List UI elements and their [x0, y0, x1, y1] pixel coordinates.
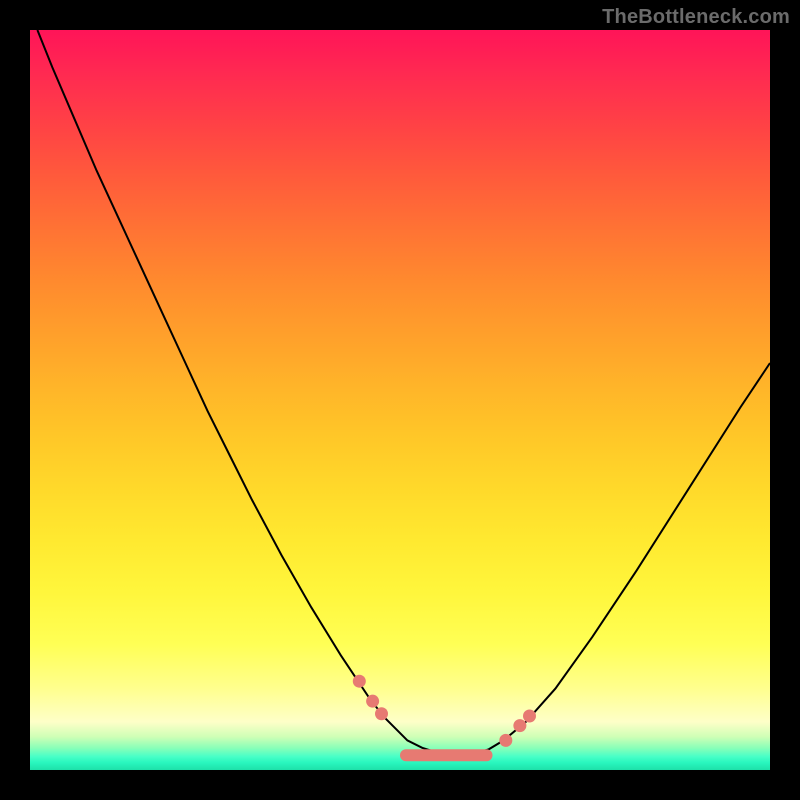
highlight-dot: [375, 707, 388, 720]
watermark-text: TheBottleneck.com: [602, 6, 790, 29]
flat-bottom-bar: [400, 749, 493, 761]
highlight-dot: [353, 675, 366, 688]
flat-bottom: [400, 749, 493, 761]
chart-frame: TheBottleneck.com: [0, 0, 800, 800]
bottleneck-curve: [37, 30, 770, 755]
highlight-dot: [513, 719, 526, 732]
chart-svg: [30, 30, 770, 770]
highlighted-points: [353, 675, 536, 747]
highlight-dot: [366, 695, 379, 708]
plot-area: [30, 30, 770, 770]
highlight-dot: [523, 709, 536, 722]
highlight-dot: [499, 734, 512, 747]
